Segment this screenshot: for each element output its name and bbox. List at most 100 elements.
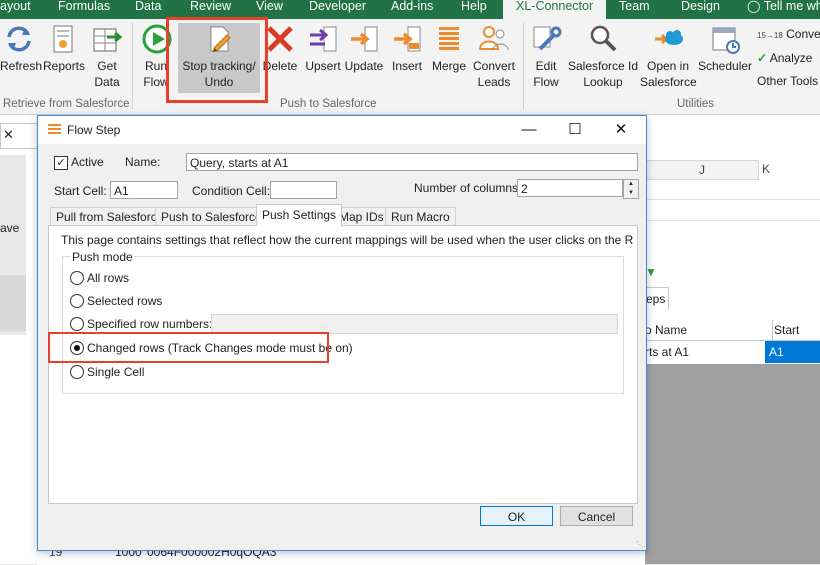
radio-button[interactable] <box>70 294 84 308</box>
open-in-sf-label-2: Salesforce <box>640 75 697 89</box>
name-box[interactable]: ✕ <box>0 123 38 149</box>
maximize-icon: ☐ <box>568 121 582 138</box>
convert-id-icon: 15→18 <box>757 31 783 40</box>
num-columns-stepper[interactable]: ▲ ▼ <box>623 179 639 199</box>
highlight-stop-tracking <box>166 17 268 103</box>
tab-help[interactable]: Help <box>461 0 487 19</box>
start-cell-label: Start Cell: <box>54 184 107 198</box>
checkmark-icon: ✓ <box>56 157 66 169</box>
radio-button[interactable] <box>70 317 84 331</box>
convert-leads-button[interactable]: Convert Leads <box>471 23 517 90</box>
ribbon-separator <box>523 23 524 109</box>
get-data-button[interactable]: Get Data <box>90 23 124 90</box>
merge-label: Merge <box>431 59 466 73</box>
tab-xl-connector[interactable]: XL-Connector <box>503 0 607 19</box>
update-icon <box>351 26 378 52</box>
tab-pull-from-salesforce[interactable]: Pull from Salesforce <box>50 207 170 225</box>
resize-grip-icon[interactable]: ⋱ <box>636 540 644 549</box>
insert-label: Insert <box>391 59 422 73</box>
stepper-down-icon[interactable]: ▼ <box>624 189 638 198</box>
merge-button[interactable]: Merge <box>429 23 469 74</box>
tab-developer[interactable]: Developer <box>309 0 366 19</box>
condition-cell-input[interactable] <box>270 181 337 199</box>
tab-tell-me[interactable]: ◯ Tell me wh <box>747 0 820 19</box>
num-columns-input[interactable]: 2 <box>517 179 623 197</box>
reports-button[interactable]: Reports <box>43 23 86 74</box>
lightbulb-icon: ◯ <box>747 0 761 13</box>
tab-page-layout[interactable]: ayout <box>0 0 31 19</box>
ribbon-tab-bar: ayout Formulas Data Review View Develope… <box>0 0 820 19</box>
tab-data[interactable]: Data <box>135 0 161 19</box>
ribbon-separator <box>132 23 133 109</box>
grid-row <box>645 200 820 221</box>
radio-single-cell[interactable]: Single Cell <box>70 364 270 380</box>
radio-all-rows[interactable]: All rows <box>70 270 270 286</box>
pane-row-start: A1 <box>765 341 820 363</box>
sf-id-label-2: Lookup <box>583 75 623 89</box>
radio-button[interactable] <box>70 271 84 285</box>
condition-cell-label: Condition Cell: <box>192 184 271 198</box>
merge-icon <box>439 27 459 50</box>
radio-selected-rows[interactable]: Selected rows <box>70 293 270 309</box>
column-header-k[interactable]: K <box>741 160 791 178</box>
magnifier-icon <box>590 25 617 52</box>
refresh-button[interactable]: Refresh <box>0 23 42 74</box>
get-data-label-2: Data <box>94 75 120 89</box>
convert-leads-label-1: Convert <box>472 59 516 73</box>
maximize-button[interactable]: ☐ <box>552 116 598 144</box>
scheduler-label: Scheduler <box>698 59 753 73</box>
convert-id-button[interactable]: 15→18 Convert <box>757 27 820 41</box>
stepper-up-icon[interactable]: ▲ <box>624 180 638 189</box>
tab-design[interactable]: Design <box>681 0 720 19</box>
left-panel-block <box>0 275 26 331</box>
insert-button[interactable]: Insert <box>389 23 425 74</box>
salesforce-id-lookup-button[interactable]: Salesforce Id Lookup <box>567 23 639 90</box>
radio-label: Single Cell <box>87 365 145 379</box>
get-data-label-1: Get <box>97 59 117 73</box>
checkmark-icon: ✓ <box>757 51 768 65</box>
wrench-icon <box>533 26 562 51</box>
analyze-button[interactable]: ✓ Analyze <box>757 51 812 65</box>
flow-step-dialog: Flow Step — ☐ ✕ ✓ Active Name: Query, st… <box>37 115 647 551</box>
active-checkbox[interactable]: ✓ <box>54 156 68 170</box>
update-button[interactable]: Update <box>344 23 384 74</box>
radio-button[interactable] <box>70 365 84 379</box>
cancel-button[interactable]: Cancel <box>560 506 633 526</box>
other-tools-button[interactable]: Other Tools <box>757 74 818 88</box>
group-label-retrieve: Retrieve from Salesforce <box>3 98 130 110</box>
minimize-button[interactable]: — <box>506 116 552 144</box>
description-text: This page contains settings that reflect… <box>61 233 633 247</box>
scheduler-button[interactable]: Scheduler <box>698 23 752 74</box>
open-in-salesforce-button[interactable]: Open in Salesforce <box>640 23 697 90</box>
tab-push-settings[interactable]: Push Settings <box>256 204 343 226</box>
reports-icon <box>53 25 73 53</box>
edit-flow-button[interactable]: Edit Flow <box>528 23 564 90</box>
upsert-icon <box>310 26 337 52</box>
close-icon: ✕ <box>614 121 628 138</box>
upsert-button[interactable]: Upsert <box>303 23 343 74</box>
name-input[interactable]: Query, starts at A1 <box>186 153 638 171</box>
pane-row-name: rts at A1 <box>645 345 690 359</box>
tab-run-macro[interactable]: Run Macro <box>385 207 456 225</box>
start-cell-input[interactable]: A1 <box>110 181 178 199</box>
push-settings-panel: This page contains settings that reflect… <box>48 225 638 504</box>
group-label-utilities: Utilities <box>677 98 715 110</box>
minimize-icon: — <box>521 121 537 138</box>
dialog-title-bar[interactable]: Flow Step — ☐ ✕ <box>38 116 646 144</box>
name-label: Name: <box>125 155 161 169</box>
close-icon: ✕ <box>3 127 14 142</box>
close-button[interactable]: ✕ <box>598 116 644 144</box>
tab-add-ins[interactable]: Add-ins <box>391 0 433 19</box>
convert-id-label: Convert <box>786 27 820 41</box>
left-panel-fragment: ave <box>0 221 20 235</box>
specified-rows-input[interactable] <box>211 314 618 334</box>
tab-team[interactable]: Team <box>619 0 650 19</box>
refresh-label: Refresh <box>0 59 43 73</box>
grid-row <box>645 179 820 200</box>
get-data-icon <box>93 28 123 52</box>
ok-button[interactable]: OK <box>480 506 553 526</box>
tab-push-to-salesforce[interactable]: Push to Salesforce <box>155 207 268 225</box>
reports-label: Reports <box>43 59 86 73</box>
table-row[interactable]: rts at A1 A1 <box>645 341 820 363</box>
tab-formulas[interactable]: Formulas <box>58 0 110 19</box>
